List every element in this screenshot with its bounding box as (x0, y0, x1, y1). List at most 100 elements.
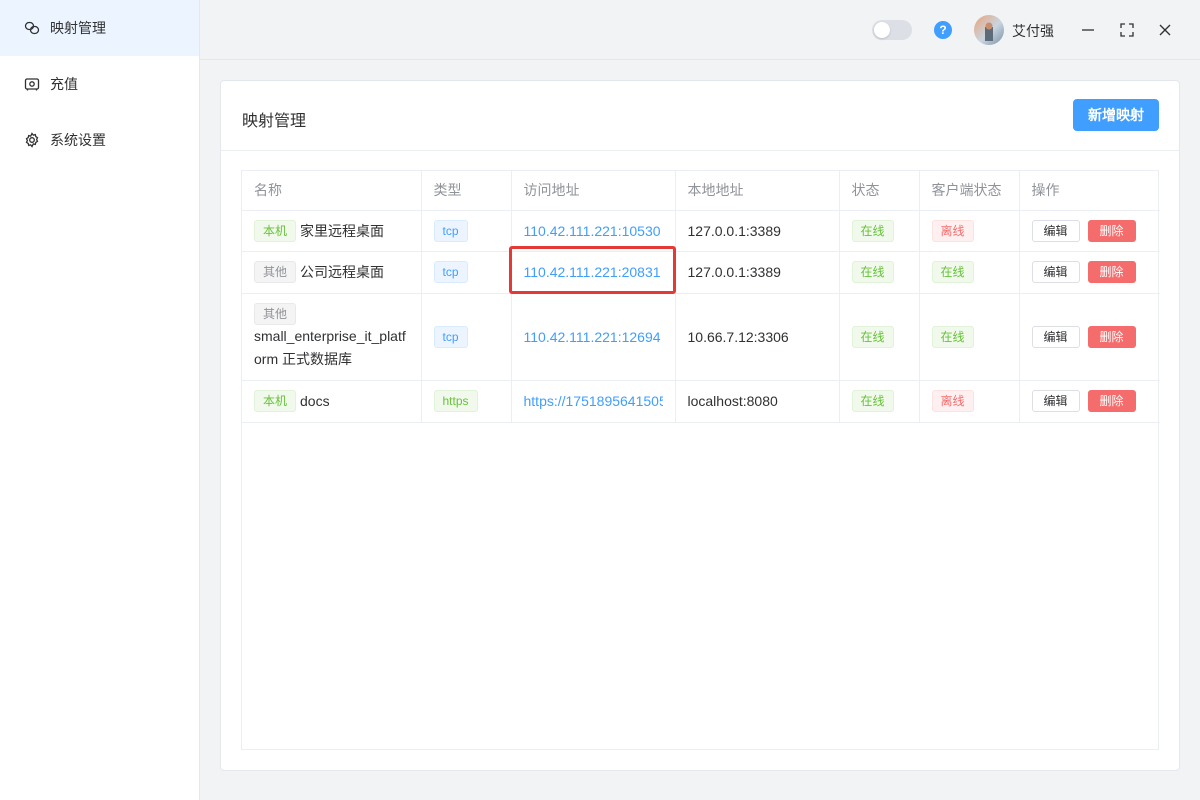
close-button[interactable] (1155, 20, 1175, 40)
sidebar-item-settings[interactable]: 系统设置 (0, 112, 199, 168)
cell-access: 110.42.111.221:20831 (511, 251, 676, 294)
table-row: 本机 家里远程桌面 tcp 110.42.111.221:10530 127.0.… (242, 210, 1160, 252)
sidebar: 映射管理 充值 系统设置 (0, 0, 200, 800)
cell-status: 在线 (839, 251, 920, 294)
cell-actions: 编辑 删除 (1019, 293, 1160, 381)
local-address: 127.0.0.1:3389 (687, 264, 781, 280)
cell-type: tcp (421, 210, 512, 252)
top-bar: ? 艾付强 (200, 0, 1200, 60)
mapping-name: small_enterprise_it_platform 正式数据库 (254, 328, 406, 368)
client-status-badge: 离线 (931, 390, 974, 412)
type-tag: tcp (433, 261, 468, 283)
table-row: 本机 docs https https://17518956415055 loca… (242, 380, 1160, 423)
access-link[interactable]: 110.42.111.221:12694 (524, 329, 663, 345)
delete-button[interactable]: 删除 (1087, 261, 1136, 283)
column-header-local[interactable]: 本地地址 (675, 171, 840, 211)
cell-access: 110.42.111.221:12694 (511, 293, 676, 381)
close-icon (1159, 24, 1171, 36)
status-badge: 在线 (851, 325, 894, 348)
mapping-name: 公司远程桌面 (300, 264, 385, 280)
status-badge: 在线 (851, 219, 894, 242)
cell-type: tcp (421, 251, 512, 294)
avatar[interactable] (974, 15, 1004, 45)
type-tag: tcp (433, 325, 468, 348)
client-status-badge: 在线 (931, 325, 974, 348)
column-header-actions: 操作 (1019, 171, 1160, 211)
mapping-card: 映射管理 新增映射 名称 类型 访问地址 本地地址 状态 客户端状态 操作 本机… (220, 80, 1180, 771)
type-tag: https (433, 390, 478, 412)
access-link[interactable]: https://17518956415055 (524, 393, 663, 409)
type-tag: tcp (433, 219, 468, 242)
source-tag: 其他 (254, 303, 297, 326)
local-address: localhost:8080 (687, 393, 778, 409)
cell-name: 本机 家里远程桌面 (242, 210, 422, 252)
column-header-access[interactable]: 访问地址 (511, 171, 676, 211)
cell-access: https://17518956415055 (511, 380, 676, 423)
client-status-badge: 在线 (931, 261, 974, 283)
local-address: 10.66.7.12:3306 (687, 328, 789, 345)
cell-status: 在线 (839, 293, 920, 381)
cell-local: localhost:8080 (675, 380, 840, 423)
page-title: 映射管理 (242, 113, 307, 130)
sidebar-item-mapping[interactable]: 映射管理 (0, 0, 199, 56)
edit-button[interactable]: 编辑 (1031, 261, 1080, 283)
table-row: 其他 公司远程桌面 tcp 110.42.111.221:20831 127.0.… (242, 251, 1160, 294)
mapping-name: docs (300, 393, 330, 409)
column-header-type[interactable]: 类型 (421, 171, 512, 211)
mapping-name: 家里远程桌面 (300, 222, 385, 239)
username[interactable]: 艾付强 (1012, 21, 1054, 41)
wallet-icon (24, 76, 40, 92)
cell-access: 110.42.111.221:10530 (511, 210, 676, 252)
cell-local: 127.0.0.1:3389 (675, 210, 840, 252)
mapping-table: 名称 类型 访问地址 本地地址 状态 客户端状态 操作 本机 家里远程桌面 tcp… (241, 170, 1160, 750)
delete-button[interactable]: 删除 (1087, 325, 1136, 348)
toggle-knob (874, 22, 890, 38)
edit-button[interactable]: 编辑 (1031, 219, 1080, 242)
table-header-row: 名称 类型 访问地址 本地地址 状态 客户端状态 操作 (242, 171, 1160, 211)
cell-status: 在线 (839, 210, 920, 252)
column-header-client-status[interactable]: 客户端状态 (919, 171, 1020, 211)
column-header-status[interactable]: 状态 (839, 171, 920, 211)
cell-actions: 编辑 删除 (1019, 210, 1160, 252)
cell-name: 本机 docs (242, 380, 422, 423)
add-mapping-button[interactable]: 新增映射 (1073, 99, 1159, 131)
delete-button[interactable]: 删除 (1087, 219, 1136, 242)
minimize-button[interactable] (1078, 20, 1098, 40)
sidebar-item-recharge[interactable]: 充值 (0, 56, 199, 112)
cell-client-status: 离线 (919, 210, 1020, 252)
cell-client-status: 在线 (919, 251, 1020, 294)
status-badge: 在线 (851, 261, 894, 283)
cell-status: 在线 (839, 380, 920, 423)
column-header-name[interactable]: 名称 (242, 171, 422, 211)
access-link[interactable]: 110.42.111.221:10530 (524, 223, 663, 239)
theme-toggle[interactable] (872, 20, 912, 40)
cell-actions: 编辑 删除 (1019, 251, 1160, 294)
sidebar-item-label: 充值 (50, 76, 78, 92)
cell-type: tcp (421, 293, 512, 381)
local-address: 127.0.0.1:3389 (687, 222, 781, 239)
status-badge: 在线 (851, 390, 894, 412)
cell-client-status: 离线 (919, 380, 1020, 423)
maximize-icon (1120, 23, 1134, 37)
card-header: 映射管理 新增映射 (221, 81, 1179, 151)
gear-icon (24, 132, 40, 148)
cell-name: 其他 small_enterprise_it_platform 正式数据库 (242, 293, 422, 381)
sidebar-item-label: 系统设置 (50, 132, 106, 148)
cell-actions: 编辑 删除 (1019, 380, 1160, 423)
cell-type: https (421, 380, 512, 423)
cell-client-status: 在线 (919, 293, 1020, 381)
link-icon (24, 20, 40, 36)
cell-name: 其他 公司远程桌面 (242, 251, 422, 294)
help-icon[interactable]: ? (934, 21, 952, 39)
sidebar-item-label: 映射管理 (50, 20, 106, 36)
edit-button[interactable]: 编辑 (1031, 325, 1080, 348)
table-row: 其他 small_enterprise_it_platform 正式数据库 tc… (242, 293, 1160, 381)
delete-button[interactable]: 删除 (1087, 390, 1136, 412)
edit-button[interactable]: 编辑 (1031, 390, 1080, 412)
source-tag: 其他 (254, 261, 297, 283)
maximize-button[interactable] (1117, 20, 1137, 40)
cell-local: 10.66.7.12:3306 (675, 293, 840, 381)
client-status-badge: 离线 (931, 219, 974, 242)
source-tag: 本机 (254, 390, 297, 412)
access-link[interactable]: 110.42.111.221:20831 (524, 264, 663, 280)
